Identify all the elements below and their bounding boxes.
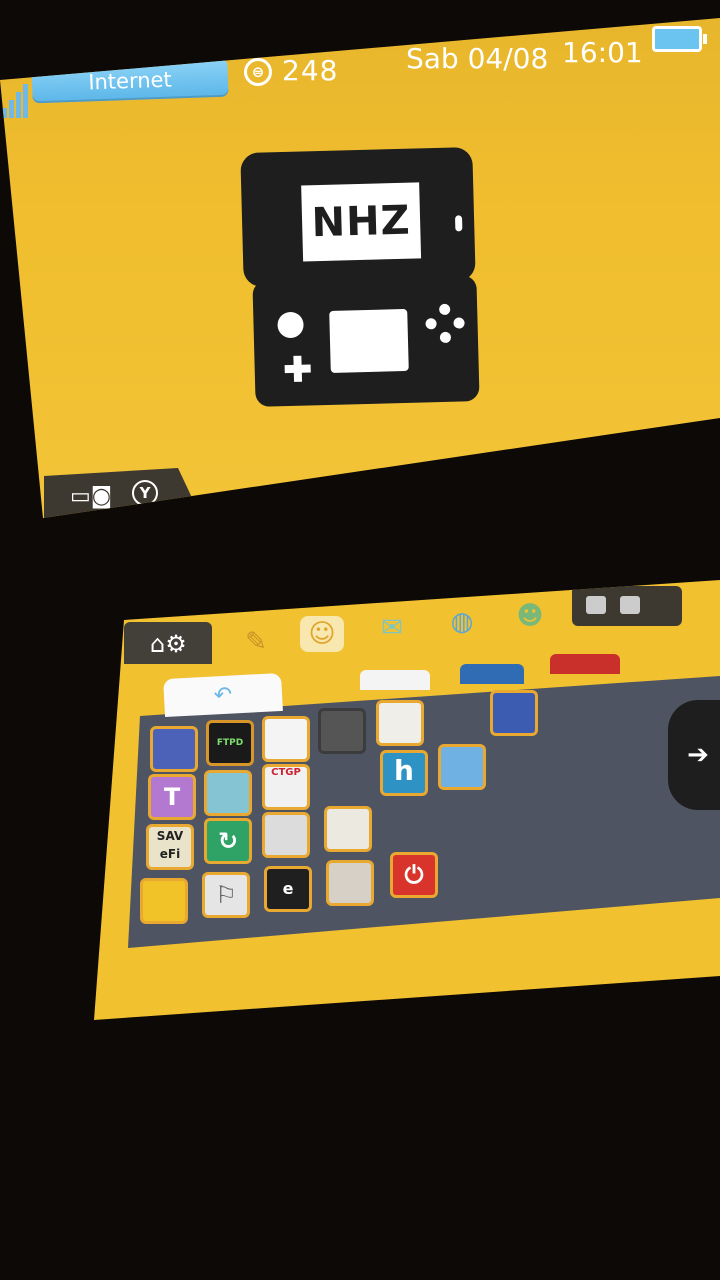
app-tile-t-label: T xyxy=(151,777,193,817)
internet-status-label: Internet xyxy=(31,58,229,104)
app-tile-console-label xyxy=(265,719,307,759)
app-tile-flag[interactable]: ⚐ xyxy=(202,872,250,918)
app-tile-config[interactable] xyxy=(376,700,424,746)
pencil-icon[interactable]: ✎ xyxy=(234,624,278,660)
app-tile-config-label xyxy=(379,703,421,743)
browser-icon[interactable]: ◍ xyxy=(440,604,484,640)
play-coin-count: 248 xyxy=(282,54,339,87)
view-large-icon[interactable] xyxy=(586,596,606,614)
app-tile-power[interactable]: ⏻ xyxy=(390,852,438,898)
app-tile-sd[interactable] xyxy=(262,812,310,858)
app-tile-ctgp-label: CTGP xyxy=(265,767,307,807)
miiverse-icon[interactable]: ☺ xyxy=(300,616,344,652)
play-coin-icon: ⊜ xyxy=(244,58,272,86)
logo-camera-dot xyxy=(454,215,463,232)
plus-separator: + xyxy=(652,446,667,466)
sd-card-icon xyxy=(265,815,307,855)
app-tile-saveeffi[interactable]: SAV eFi xyxy=(146,824,194,870)
logo-lower-screen xyxy=(252,275,480,407)
battery-icon xyxy=(652,26,707,52)
camera-screen-icon[interactable]: ▭◙ xyxy=(70,484,112,509)
power-icon: ⏻ xyxy=(393,855,435,895)
app-tile-saveeffi-label: SAV eFi xyxy=(149,827,191,867)
app-tile-rocket[interactable] xyxy=(490,690,538,736)
eshop-icon: e xyxy=(267,869,309,909)
app-tile-1[interactable] xyxy=(150,726,198,772)
notifications-icon[interactable]: ✉ xyxy=(370,610,414,646)
screenshot-bar xyxy=(44,468,194,518)
r-button-icon: R xyxy=(680,444,702,468)
y-button-icon[interactable]: Y xyxy=(132,480,158,506)
app-tile-empty-label xyxy=(321,711,363,751)
bottom-screen: ⌂⚙ ✎ ☺ ✉ ◍ ☻ ↶ FTPD T CTGP h SAV eFi ↻ ⚐… xyxy=(94,580,720,1020)
app-tile-shorts[interactable] xyxy=(140,878,188,924)
next-page-arrow-icon[interactable]: ➔ xyxy=(668,700,720,810)
camera-shortcut-bar xyxy=(576,434,720,478)
theme-logo: NHZ xyxy=(240,146,480,410)
app-tile-console[interactable] xyxy=(262,716,310,762)
app-tile-face[interactable] xyxy=(326,860,374,906)
logo-circle-pad xyxy=(277,311,304,339)
logo-text-box: NHZ xyxy=(301,182,422,262)
flag-icon: ⚐ xyxy=(205,875,247,915)
signal-strength-icon xyxy=(2,80,30,118)
app-tile-dolphin[interactable] xyxy=(438,744,486,790)
app-tile-art[interactable] xyxy=(324,806,372,852)
top-screen: Internet ⊜ 248 Sab 04/08 16:01 NHZ ▭◙ Y … xyxy=(0,18,720,518)
app-tile-eshop[interactable]: e xyxy=(264,866,312,912)
app-tile-t[interactable]: T xyxy=(148,774,196,820)
app-tile-h-label: h xyxy=(383,753,425,793)
logo-dpad-icon xyxy=(284,355,311,382)
face-icon xyxy=(329,863,371,903)
app-tile-1-label xyxy=(153,729,195,769)
camera-icon[interactable] xyxy=(592,452,616,470)
logo-text: NHZ xyxy=(311,197,412,247)
app-tile-ghost-label xyxy=(207,773,249,813)
back-button[interactable]: ↶ xyxy=(163,672,283,718)
friends-icon[interactable]: ☻ xyxy=(508,598,552,634)
app-tile-ftpd-label: FTPD xyxy=(209,723,251,763)
app-tile-ctgp[interactable]: CTGP xyxy=(262,764,310,810)
home-menu-bar: ⌂⚙ ✎ ☺ ✉ ◍ ☻ xyxy=(94,580,720,680)
shorts-icon xyxy=(143,881,185,921)
app-tile-empty[interactable] xyxy=(318,708,366,754)
refresh-icon: ↻ xyxy=(207,821,249,861)
time-label: 16:01 xyxy=(562,36,643,69)
app-tile-art-label xyxy=(327,809,369,849)
status-bar: Internet ⊜ 248 Sab 04/08 16:01 xyxy=(0,18,720,118)
app-tile-h[interactable]: h xyxy=(380,750,428,796)
app-tile-ghost[interactable] xyxy=(204,770,252,816)
settings-icon[interactable]: ⌂⚙ xyxy=(150,630,187,658)
logo-face-buttons xyxy=(425,303,466,344)
app-tile-dolphin-label xyxy=(441,747,483,787)
date-label: Sab 04/08 xyxy=(406,42,549,75)
logo-touchscreen xyxy=(329,308,409,373)
view-toggle[interactable] xyxy=(572,586,682,626)
app-tile-rocket-label xyxy=(493,693,535,733)
app-tile-ftpd[interactable]: FTPD xyxy=(206,720,254,766)
view-grid-icon[interactable] xyxy=(620,596,640,614)
app-tile-refresh[interactable]: ↻ xyxy=(204,818,252,864)
logo-upper-screen: NHZ xyxy=(240,146,476,288)
l-button-icon: L xyxy=(626,446,648,470)
